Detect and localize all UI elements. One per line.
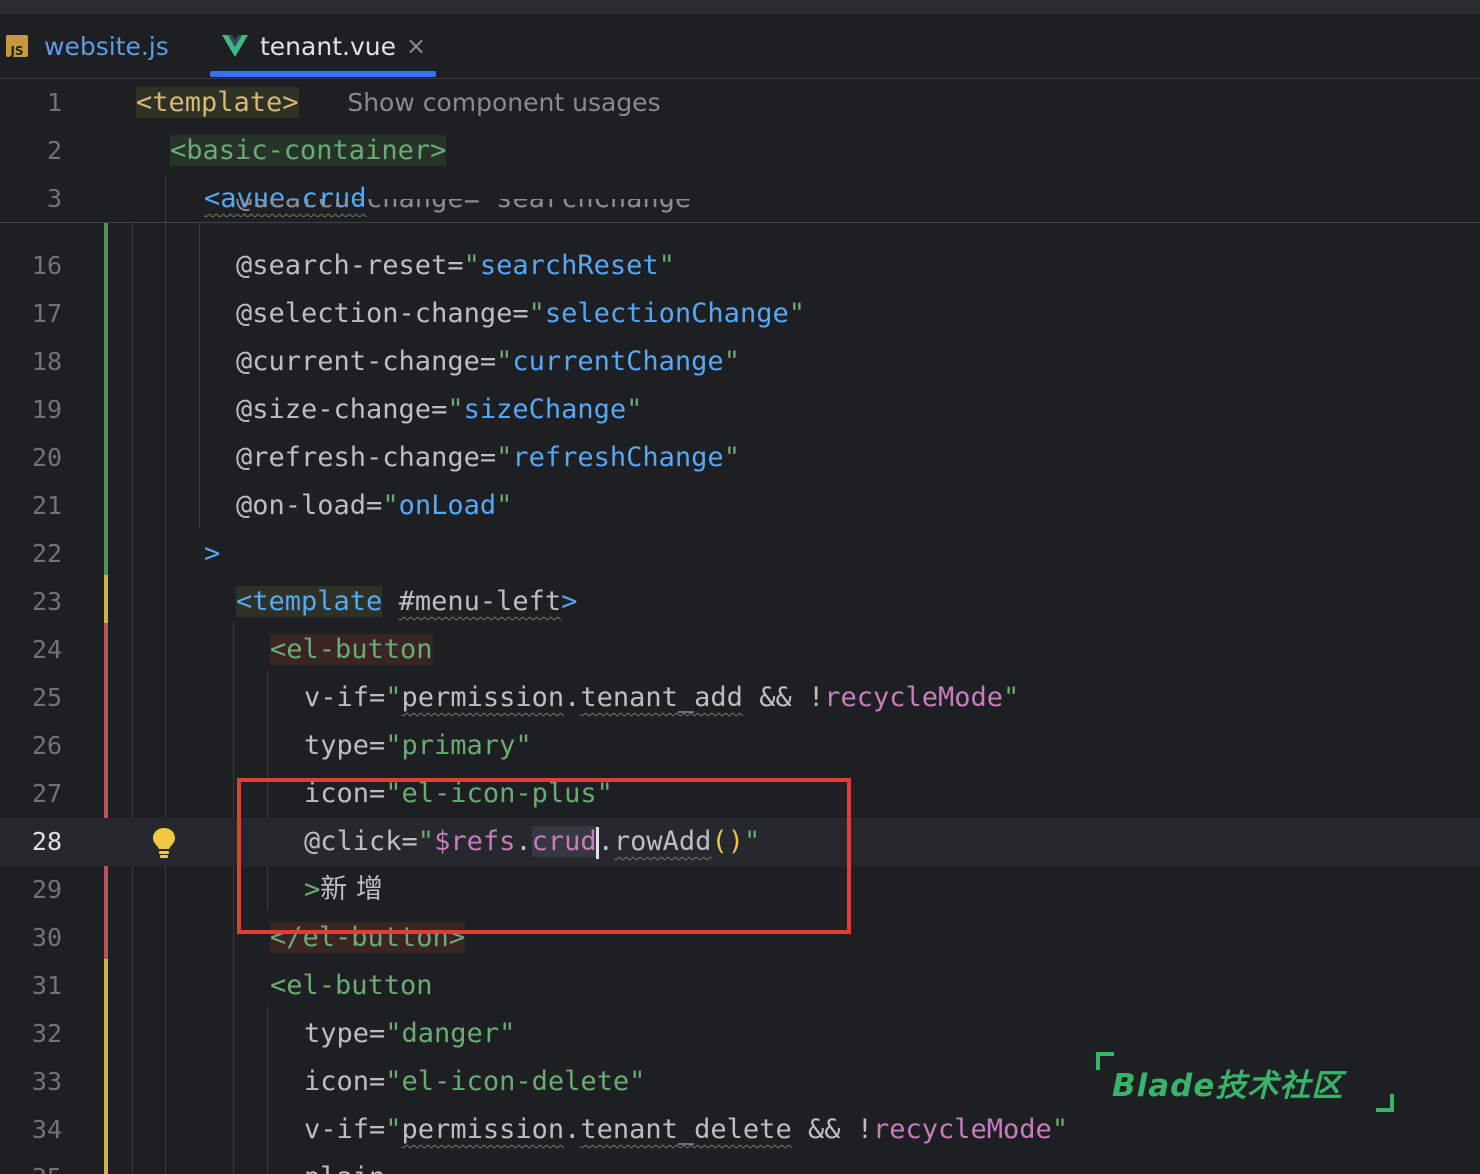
line-number: 34: [31, 1115, 62, 1144]
line-number: 35: [0, 1154, 62, 1174]
line-number: 30: [31, 923, 62, 952]
code-line: 1 <template> Show component usages: [0, 79, 1480, 127]
line-number: 33: [31, 1067, 62, 1096]
code-line-partial: 35 plain: [0, 1154, 1480, 1174]
code-line: 2 <basic-container>: [0, 127, 1480, 175]
code-line: 21 @on-load="onLoad": [0, 482, 1480, 530]
watermark-text: Blade技术社区: [1112, 1068, 1344, 1104]
sticky-lines-separator: [0, 222, 1480, 223]
inlay-hint-component-usages[interactable]: Show component usages: [347, 88, 660, 117]
code-line: 18 @current-change="currentChange": [0, 338, 1480, 386]
line-number: 23: [31, 587, 62, 616]
vue-file-icon: [222, 35, 248, 57]
code-line: 17 @selection-change="selectionChange": [0, 290, 1480, 338]
active-tab-indicator: [210, 71, 436, 77]
line-number: 17: [31, 299, 62, 328]
line-number: 16: [31, 251, 62, 280]
watermark-bracket: [1376, 1094, 1394, 1112]
editor-tab-bar: JS website.js tenant.vue ×: [0, 14, 1480, 79]
watermark: Blade技术社区: [1096, 1050, 1396, 1112]
line-number: 2: [46, 136, 62, 165]
code-line: 25 v-if="permission.tenant_add && !recyc…: [0, 674, 1480, 722]
code-line: 16 @search-reset="searchReset": [0, 242, 1480, 290]
lightbulb-icon[interactable]: [150, 826, 178, 860]
line-number: 20: [31, 443, 62, 472]
template-tag: <template>: [136, 87, 299, 118]
code-line-partial: @search-change="searchChange": [0, 199, 1480, 223]
code-line: 19 @size-change="sizeChange": [0, 386, 1480, 434]
line-number: 32: [31, 1019, 62, 1048]
line-number: 28: [31, 827, 62, 856]
tab-label: website.js: [44, 31, 169, 61]
el-button-tag: <el-button: [270, 634, 433, 665]
line-number: 27: [31, 779, 62, 808]
line-number: 31: [31, 971, 62, 1000]
code-line: 24 <el-button: [0, 626, 1480, 674]
close-tab-icon[interactable]: ×: [406, 32, 426, 60]
line-number: 19: [31, 395, 62, 424]
line-number: 25: [31, 683, 62, 712]
code-line: 23 <template #menu-left>: [0, 578, 1480, 626]
basic-container-tag: <basic-container>: [170, 135, 447, 166]
line-number: 21: [31, 491, 62, 520]
tab-website-js[interactable]: JS website.js: [6, 14, 169, 78]
line-number: 24: [31, 635, 62, 664]
code-line: 31 <el-button: [0, 962, 1480, 1010]
code-line: 26 type="primary": [0, 722, 1480, 770]
line-number: 26: [31, 731, 62, 760]
code-line: 34 v-if="permission.tenant_delete && !re…: [0, 1106, 1480, 1154]
code-editor[interactable]: 1 <template> Show component usages 2 <ba…: [0, 79, 1480, 1174]
line-number: 22: [31, 539, 62, 568]
code-line: 22 >: [0, 530, 1480, 578]
javascript-file-icon: JS: [6, 35, 28, 57]
window-top-strip: [0, 0, 1480, 14]
code-line: 20 @refresh-change="refreshChange": [0, 434, 1480, 482]
tab-label: tenant.vue: [260, 31, 396, 61]
line-number: 18: [31, 347, 62, 376]
line-number: 1: [46, 88, 62, 117]
highlight-annotation-box: [237, 778, 851, 934]
tab-tenant-vue[interactable]: tenant.vue ×: [222, 14, 426, 78]
line-number: 29: [31, 875, 62, 904]
